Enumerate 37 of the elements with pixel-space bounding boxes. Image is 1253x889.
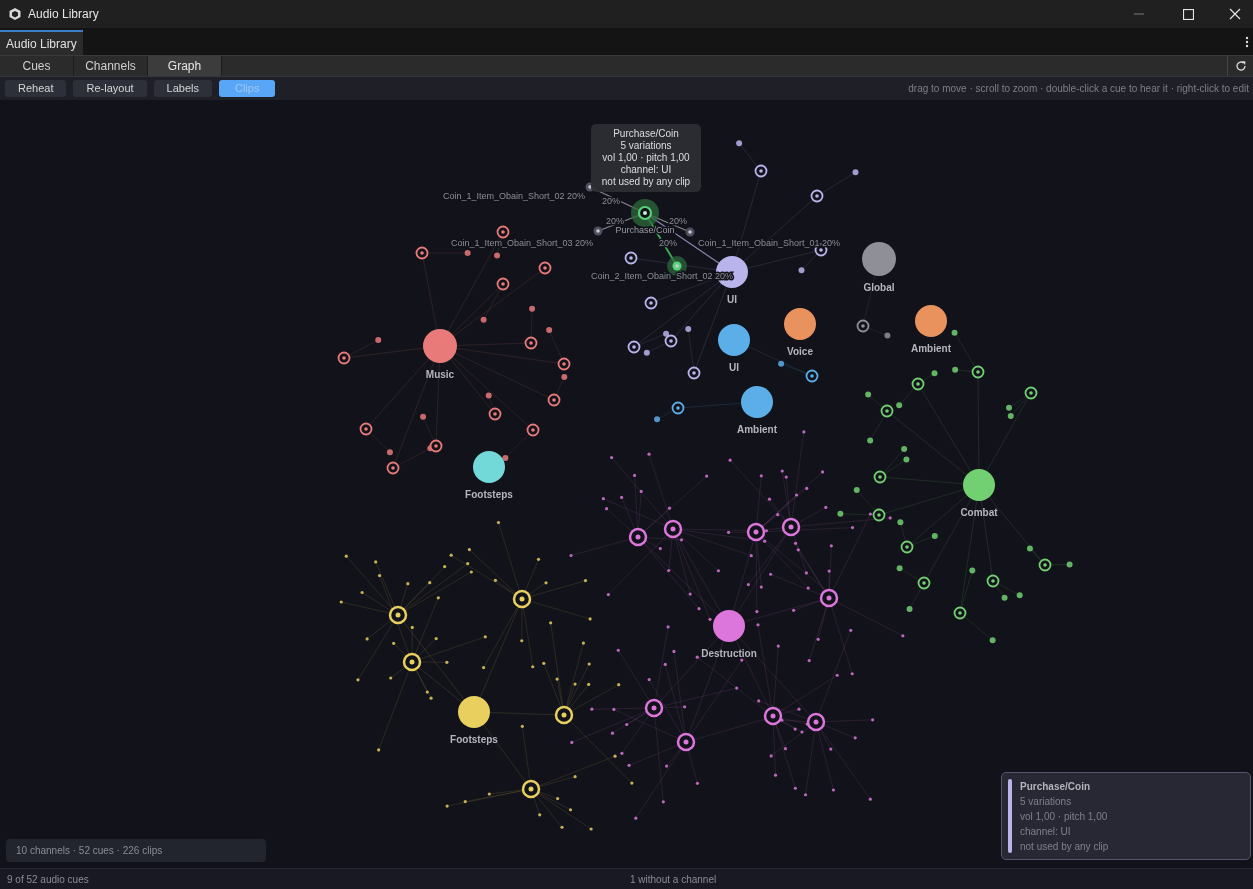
channel-label: Ambient: [911, 343, 951, 354]
info-text: vol 1,00 · pitch 1,00: [1020, 810, 1109, 824]
tooltip-text: Purchase/Coin: [613, 128, 679, 140]
status-text: 1 without a channel: [630, 872, 717, 887]
clip-label: Coin_1_Item_Obain_Short_03 20%: [450, 238, 593, 248]
info-text: not used by any clip: [1020, 840, 1109, 854]
tooltip-text: 5 variations: [620, 140, 672, 152]
toolbar-button[interactable]: Re-layout: [73, 80, 147, 97]
clip-label: Coin_1_Item_Obain_Short_02 20%: [442, 191, 585, 201]
channel-label: Ambient: [737, 424, 777, 435]
share-label: 20%: [669, 216, 687, 226]
hint-text: drag to move · scroll to zoom · double-click a cue to hear it · right-click to edit: [908, 82, 1249, 96]
channel-label: Music: [425, 369, 455, 380]
toolbar-button[interactable]: Labels: [153, 80, 212, 97]
tooltip-text: not used by any clip: [601, 176, 691, 188]
channel-label: Footsteps: [450, 734, 498, 745]
info-text: channel: UI: [1020, 825, 1072, 839]
view-tab[interactable]: Graph: [148, 56, 222, 76]
info-title: Purchase/Coin: [1020, 780, 1092, 794]
tooltip-text: channel: UI: [620, 164, 672, 176]
channel-label: UI: [727, 294, 737, 305]
channel-label: Combat: [960, 507, 998, 518]
channel-label: Global: [863, 282, 895, 293]
summary-text: 10 channels · 52 cues · 226 clips: [6, 839, 266, 862]
document-tab[interactable]: Audio Library: [0, 30, 83, 55]
share-label: 20%: [602, 196, 620, 206]
channel-label: UI: [729, 362, 739, 373]
toolbar-button[interactable]: Reheat: [5, 80, 67, 97]
status-text: 9 of 52 audio cues: [7, 872, 89, 887]
channel-label: Voice: [787, 346, 813, 357]
info-text: 5 variations: [1020, 795, 1073, 809]
channel-label: Footsteps: [465, 489, 513, 500]
clip-label: Coin_1_Item_Obain_Short_01 20%: [698, 238, 841, 248]
share-label: 20%: [606, 216, 624, 226]
channel-label: Destruction: [701, 648, 757, 659]
window-title: Audio Library: [28, 6, 99, 23]
tooltip-text: vol 1,00 · pitch 1,00: [602, 152, 690, 164]
